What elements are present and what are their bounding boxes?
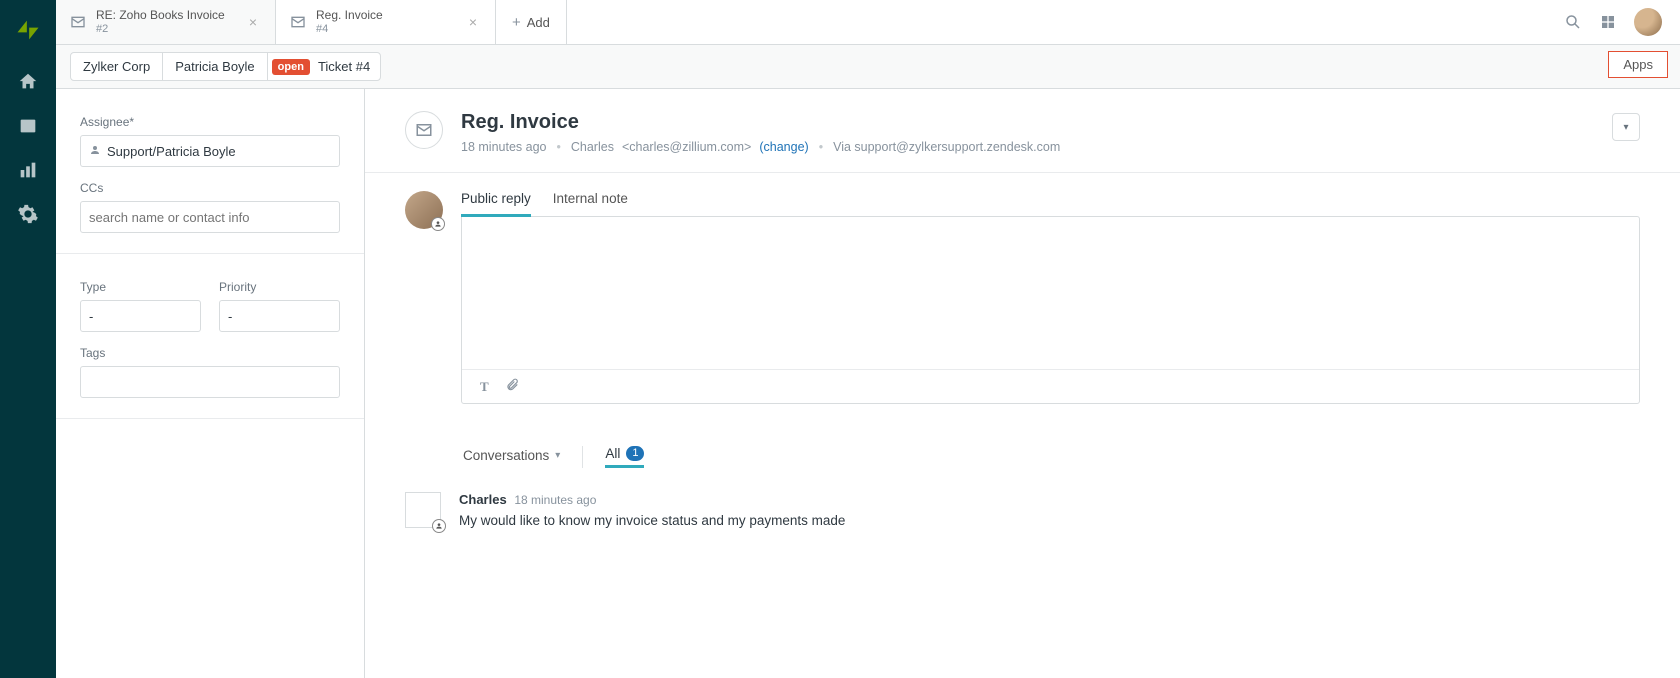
type-value: - — [89, 309, 93, 324]
add-tab-button[interactable]: + Add — [496, 0, 567, 44]
assignee-label: Assignee* — [80, 115, 340, 129]
status-badge: open — [272, 59, 310, 75]
ticket-from-name: Charles — [571, 140, 614, 154]
breadcrumb-requester[interactable]: Patricia Boyle — [163, 53, 267, 80]
breadcrumb-ticket[interactable]: open Ticket #4 — [268, 55, 381, 79]
user-badge-icon — [431, 217, 445, 231]
priority-value: - — [228, 309, 232, 324]
ticket-header: Reg. Invoice 18 minutes ago Charles <char… — [365, 89, 1680, 173]
type-field[interactable]: - — [80, 300, 201, 332]
message-time: 18 minutes ago — [514, 493, 596, 507]
search-icon[interactable] — [1564, 13, 1582, 31]
ticket-tab[interactable]: RE: Zoho Books Invoice #2 × — [56, 0, 276, 44]
close-icon[interactable]: × — [465, 14, 481, 30]
ticket-via: Via support@zylkersupport.zendesk.com — [833, 140, 1060, 154]
text-format-icon[interactable]: T — [480, 379, 489, 395]
all-label: All — [605, 446, 620, 461]
nav-admin[interactable] — [0, 192, 56, 236]
mail-icon — [70, 14, 86, 30]
message-author: Charles — [459, 492, 507, 507]
add-tab-label: Add — [527, 15, 550, 30]
ccs-input[interactable] — [89, 210, 331, 225]
requester-avatar — [405, 492, 441, 528]
ticket-menu-dropdown[interactable]: ▾ — [1612, 113, 1640, 141]
plus-icon: + — [512, 14, 521, 31]
chevron-down-icon: ▾ — [1623, 122, 1628, 133]
tab-sub: #4 — [316, 23, 383, 36]
nav-views[interactable] — [0, 104, 56, 148]
assignee-value: Support/Patricia Boyle — [107, 144, 236, 159]
ticket-content: Reg. Invoice 18 minutes ago Charles <char… — [365, 89, 1680, 678]
user-badge-icon — [432, 519, 446, 533]
user-icon — [89, 144, 101, 159]
close-icon[interactable]: × — [245, 14, 261, 30]
zendesk-logo-icon — [14, 16, 42, 44]
breadcrumb-bar: Zylker Corp Patricia Boyle open Ticket #… — [56, 45, 1680, 89]
user-avatar[interactable] — [1634, 8, 1662, 36]
mail-icon — [290, 14, 306, 30]
nav-reports[interactable] — [0, 148, 56, 192]
priority-field[interactable]: - — [219, 300, 340, 332]
ticket-tab-active[interactable]: Reg. Invoice #4 × — [276, 0, 496, 44]
all-count: 1 — [626, 446, 644, 461]
ticket-from-email: <charles@zillium.com> — [622, 140, 751, 154]
message-body: My would like to know my invoice status … — [459, 513, 845, 528]
public-reply-tab[interactable]: Public reply — [461, 191, 531, 217]
breadcrumb-org[interactable]: Zylker Corp — [71, 53, 163, 80]
type-label: Type — [80, 280, 201, 294]
assignee-field[interactable]: Support/Patricia Boyle — [80, 135, 340, 167]
tab-title: RE: Zoho Books Invoice — [96, 9, 225, 23]
ticket-id: Ticket #4 — [318, 59, 370, 74]
tab-sub: #2 — [96, 23, 225, 36]
tags-label: Tags — [80, 346, 340, 360]
change-requester-link[interactable]: (change) — [759, 140, 808, 154]
conversation-message: Charles 18 minutes ago My would like to … — [405, 478, 1640, 536]
left-rail — [0, 0, 56, 678]
chevron-down-icon: ▾ — [555, 450, 560, 461]
ticket-age: 18 minutes ago — [461, 140, 546, 154]
tabs-row: RE: Zoho Books Invoice #2 × Reg. Invoice… — [56, 0, 1680, 45]
apps-button[interactable]: Apps — [1608, 51, 1668, 78]
ticket-title: Reg. Invoice — [461, 111, 1640, 134]
agent-avatar — [405, 191, 443, 229]
channel-mail-icon — [405, 111, 443, 149]
ccs-field[interactable] — [80, 201, 340, 233]
conversations-label: Conversations — [463, 448, 549, 463]
nav-home[interactable] — [0, 60, 56, 104]
reply-editor[interactable]: T — [461, 216, 1640, 404]
internal-note-tab[interactable]: Internal note — [553, 191, 628, 217]
priority-label: Priority — [219, 280, 340, 294]
apps-grid-icon[interactable] — [1600, 14, 1616, 30]
conversations-all-tab[interactable]: All 1 — [605, 446, 644, 468]
conversations-dropdown[interactable]: Conversations ▾ — [463, 448, 560, 467]
tab-title: Reg. Invoice — [316, 9, 383, 23]
attach-icon[interactable] — [505, 378, 519, 396]
tags-field[interactable] — [80, 366, 340, 398]
ccs-label: CCs — [80, 181, 340, 195]
ticket-properties-panel: Assignee* Support/Patricia Boyle CCs Typ… — [56, 89, 365, 678]
